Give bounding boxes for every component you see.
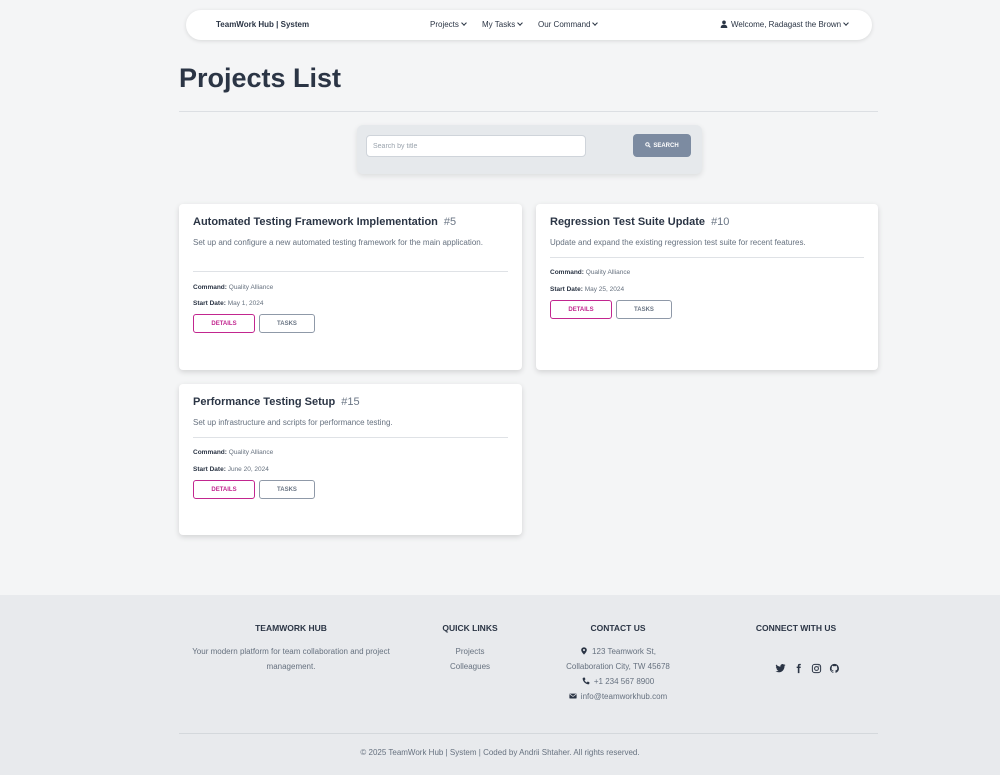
project-title-text: Automated Testing Framework Implementati…	[193, 216, 438, 228]
project-description: Update and expand the existing regressio…	[550, 238, 806, 247]
search-panel: SEARCH	[357, 125, 702, 174]
footer-social-heading: CONNECT WITH US	[755, 623, 837, 633]
nav-my-tasks-label: My Tasks	[482, 20, 516, 29]
search-icon	[645, 142, 652, 148]
twitter-icon[interactable]	[775, 663, 786, 674]
details-button[interactable]: DETAILS	[193, 314, 255, 333]
project-title-text: Regression Test Suite Update	[550, 216, 706, 228]
chevron-down-icon	[461, 20, 467, 26]
project-number: #15	[341, 396, 360, 408]
nav-projects-dropdown[interactable]: Projects	[430, 20, 467, 29]
footer-link-projects[interactable]: Projects	[420, 644, 520, 659]
card-divider	[193, 437, 508, 438]
top-navbar: TeamWork Hub | System Projects My Tasks …	[186, 10, 872, 40]
chevron-down-icon	[843, 20, 849, 26]
command-value: Quality Alliance	[585, 269, 631, 276]
instagram-icon[interactable]	[811, 663, 822, 674]
contact-phone-number: +1 234 567 8900	[593, 677, 655, 686]
nav-our-command-label: Our Command	[538, 20, 591, 29]
project-card: Performance Testing Setup #15 Set up infr…	[179, 384, 522, 535]
footer-quick-links-heading: QUICK LINKS	[442, 623, 498, 633]
start-date-value: May 1, 2024	[227, 300, 264, 307]
map-marker-icon	[581, 647, 587, 655]
nav-our-command-dropdown[interactable]: Our Command	[538, 20, 599, 29]
tasks-button[interactable]: TASKS	[259, 314, 315, 333]
project-number: #5	[443, 216, 457, 228]
contact-address-line2: Collaboration City, TW 45678	[566, 662, 670, 671]
command-value: Quality Alliance	[228, 284, 274, 291]
project-title: Performance Testing Setup #15	[193, 396, 360, 408]
tasks-button[interactable]: TASKS	[259, 480, 315, 499]
social-links	[775, 663, 840, 674]
copyright-text: © 2025 TeamWork Hub | System | Coded by …	[360, 748, 640, 757]
footer-contact-info: 123 Teamwork St, Collaboration City, TW …	[538, 644, 698, 704]
start-date-value: June 20, 2024	[227, 466, 269, 473]
project-title: Automated Testing Framework Implementati…	[193, 216, 456, 228]
project-title: Regression Test Suite Update #10	[550, 216, 729, 228]
footer-divider	[179, 733, 878, 734]
footer-contact-heading: CONTACT US	[590, 623, 646, 633]
page-footer: TEAMWORK HUB Your modern platform for te…	[0, 595, 1000, 775]
user-welcome-label: Welcome, Radagast the Brown	[731, 20, 842, 29]
user-menu-dropdown[interactable]: Welcome, Radagast the Brown	[720, 20, 849, 29]
chevron-down-icon	[517, 20, 524, 26]
nav-my-tasks-dropdown[interactable]: My Tasks	[482, 20, 524, 29]
project-command: Command: Quality Alliance	[193, 449, 273, 456]
search-input[interactable]	[366, 135, 586, 157]
project-command: Command: Quality Alliance	[550, 269, 630, 276]
contact-phone: +1 234 567 8900	[538, 674, 698, 689]
project-start-date: Start Date: May 25, 2024	[550, 286, 624, 293]
footer-about-heading: TEAMWORK HUB	[255, 623, 327, 633]
contact-email-address[interactable]: info@teamworkhub.com	[581, 692, 667, 701]
search-button-label: SEARCH	[653, 143, 679, 149]
project-start-date: Start Date: June 20, 2024	[193, 466, 269, 473]
project-command: Command: Quality Alliance	[193, 284, 273, 291]
footer-about-text: Your modern platform for team collaborat…	[192, 647, 390, 671]
title-divider	[179, 111, 878, 112]
project-number: #10	[711, 216, 730, 228]
details-button[interactable]: DETAILS	[193, 480, 255, 499]
tasks-button[interactable]: TASKS	[616, 300, 672, 319]
page-title: Projects List	[179, 63, 342, 93]
start-date-label: Start Date:	[193, 466, 226, 473]
phone-icon	[582, 677, 590, 685]
project-start-date: Start Date: May 1, 2024	[193, 300, 263, 307]
card-divider	[550, 257, 864, 258]
user-icon	[720, 20, 728, 28]
footer-link-colleagues[interactable]: Colleagues	[420, 659, 520, 674]
card-divider	[193, 271, 508, 272]
project-description: Set up and configure a new automated tes…	[193, 238, 483, 247]
facebook-icon[interactable]	[793, 663, 804, 674]
brand-link[interactable]: TeamWork Hub | System	[216, 20, 309, 29]
command-value: Quality Alliance	[228, 449, 274, 456]
project-description: Set up infrastructure and scripts for pe…	[193, 418, 393, 427]
contact-address: 123 Teamwork St,	[538, 644, 698, 659]
start-date-label: Start Date:	[193, 300, 226, 307]
start-date-value: May 25, 2024	[584, 286, 625, 293]
project-title-text: Performance Testing Setup	[193, 396, 336, 408]
details-button[interactable]: DETAILS	[550, 300, 612, 319]
footer-quick-links: Projects Colleagues	[420, 644, 520, 674]
project-card: Automated Testing Framework Implementati…	[179, 204, 522, 370]
contact-address-line1: 123 Teamwork St,	[592, 647, 656, 656]
contact-email: info@teamworkhub.com	[538, 689, 698, 704]
start-date-label: Start Date:	[550, 286, 583, 293]
envelope-icon	[569, 693, 577, 699]
project-card: Regression Test Suite Update #10 Update a…	[536, 204, 878, 370]
nav-projects-label: Projects	[430, 20, 459, 29]
command-label: Command:	[193, 284, 227, 291]
command-label: Command:	[193, 449, 227, 456]
github-icon[interactable]	[829, 663, 840, 674]
search-button[interactable]: SEARCH	[633, 134, 691, 157]
command-label: Command:	[550, 269, 584, 276]
chevron-down-icon	[592, 20, 599, 26]
